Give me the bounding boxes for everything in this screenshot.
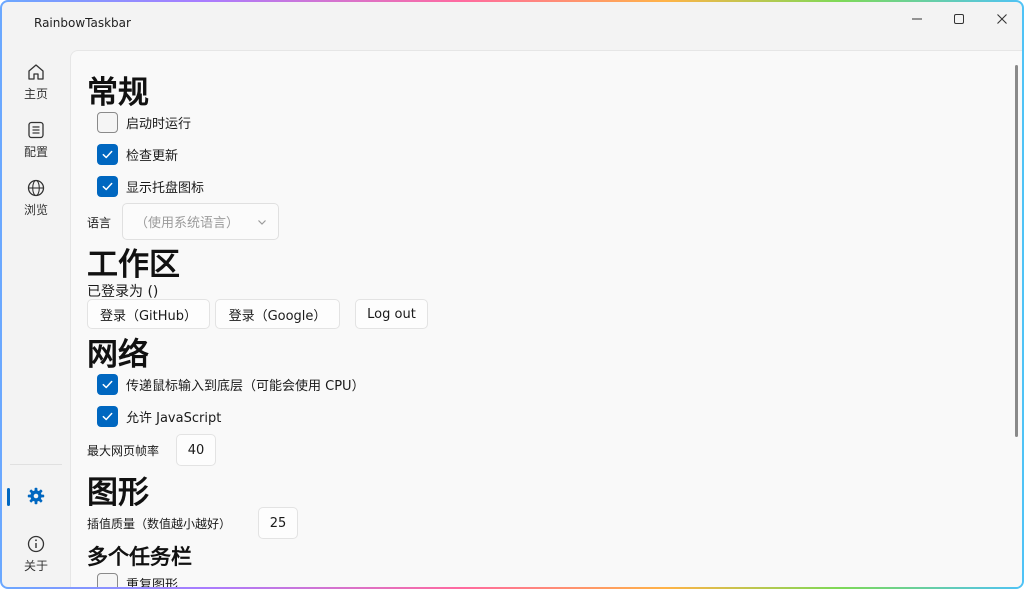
checkbox-box — [97, 373, 118, 395]
checkmark-icon — [102, 412, 113, 420]
allow-javascript-checkbox[interactable]: 允许 JavaScript — [97, 404, 221, 428]
run-on-startup-checkbox[interactable]: 启动时运行 — [97, 110, 191, 134]
allow-javascript-label: 允许 JavaScript — [126, 410, 222, 426]
max-fps-value: 40 — [187, 442, 205, 458]
login-github-button[interactable]: 登录（GitHub） — [87, 299, 210, 329]
checkbox-box — [97, 111, 118, 133]
app-window: RainbowTaskbar 主页 配置 浏览 关于 常规 启动时运行 检查更新… — [0, 0, 1024, 589]
list-icon — [28, 121, 44, 139]
chevron-down-icon — [258, 220, 266, 225]
max-fps-input[interactable]: 40 — [176, 434, 216, 466]
repeat-graphics-label: 重复图形 — [126, 577, 179, 589]
settings-content[interactable]: 常规 启动时运行 检查更新 显示托盘图标 语言 （使用系统语言） 工作区 已登录… — [70, 50, 1022, 589]
close-button[interactable] — [979, 2, 1022, 36]
section-title-workspace: 工作区 — [87, 247, 180, 283]
show-tray-icon-checkbox[interactable]: 显示托盘图标 — [97, 174, 204, 198]
nav-sidebar: 主页 配置 浏览 关于 — [2, 48, 70, 587]
logout-button[interactable]: Log out — [355, 299, 428, 329]
section-title-network: 网络 — [87, 337, 149, 373]
checkbox-box — [97, 175, 118, 197]
minimize-button[interactable] — [894, 2, 940, 36]
info-icon — [27, 535, 45, 553]
home-icon — [28, 64, 44, 80]
language-label: 语言 — [87, 216, 112, 230]
checkbox-box — [97, 572, 118, 587]
nav-separator — [10, 464, 62, 465]
check-updates-checkbox[interactable]: 检查更新 — [97, 142, 178, 166]
title-bar[interactable]: RainbowTaskbar — [2, 2, 1022, 48]
interp-quality-label: 插值质量（数值越小越好） — [87, 517, 232, 531]
run-on-startup-label: 启动时运行 — [126, 116, 192, 132]
vertical-scrollbar[interactable] — [1015, 65, 1018, 437]
login-google-label: 登录（Google） — [228, 308, 327, 324]
repeat-graphics-checkbox[interactable]: 重复图形 — [97, 571, 179, 589]
nav-item-browse-label: 浏览 — [23, 203, 48, 217]
interp-quality-input[interactable]: 25 — [258, 507, 298, 539]
language-select[interactable]: （使用系统语言） — [122, 203, 279, 240]
login-google-button[interactable]: 登录（Google） — [215, 299, 340, 329]
checkmark-icon — [102, 150, 113, 158]
pass-mouse-input-checkbox[interactable]: 传递鼠标输入到底层（可能会使用 CPU） — [97, 372, 365, 396]
logout-label: Log out — [367, 306, 416, 322]
section-title-general: 常规 — [87, 75, 149, 111]
check-updates-label: 检查更新 — [126, 148, 179, 164]
section-title-multi-taskbar: 多个任务栏 — [87, 545, 192, 569]
max-fps-label: 最大网页帧率 — [87, 444, 160, 458]
gear-icon — [27, 487, 45, 505]
nav-item-about[interactable]: 关于 — [8, 528, 64, 580]
logged-in-as-text: 已登录为 () — [87, 284, 159, 300]
nav-item-config[interactable]: 配置 — [8, 114, 64, 166]
show-tray-icon-label: 显示托盘图标 — [126, 180, 205, 196]
checkmark-icon — [102, 182, 113, 190]
pass-mouse-input-label: 传递鼠标输入到底层（可能会使用 CPU） — [126, 378, 365, 394]
nav-item-about-label: 关于 — [23, 559, 48, 573]
maximize-button[interactable] — [936, 2, 982, 36]
nav-item-settings[interactable] — [8, 470, 64, 522]
app-title: RainbowTaskbar — [34, 16, 131, 30]
checkbox-box — [97, 143, 118, 165]
globe-icon — [27, 179, 45, 197]
section-title-graphics: 图形 — [87, 475, 149, 511]
language-select-value: （使用系统语言） — [135, 216, 240, 231]
nav-item-browse[interactable]: 浏览 — [8, 172, 64, 224]
interp-quality-value: 25 — [269, 515, 287, 531]
nav-item-home[interactable]: 主页 — [8, 56, 64, 108]
maximize-icon — [954, 14, 964, 24]
nav-item-config-label: 配置 — [23, 145, 48, 159]
close-icon — [997, 14, 1007, 24]
nav-item-home-label: 主页 — [23, 87, 48, 101]
minimize-icon — [912, 18, 922, 20]
checkmark-icon — [102, 380, 113, 388]
login-github-label: 登录（GitHub） — [99, 308, 198, 324]
checkbox-box — [97, 405, 118, 427]
